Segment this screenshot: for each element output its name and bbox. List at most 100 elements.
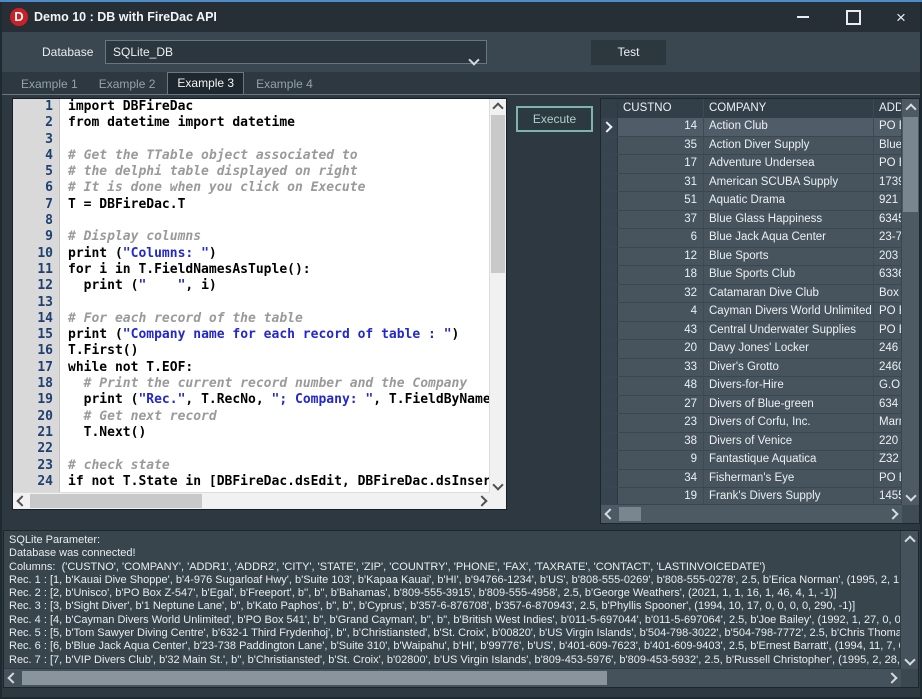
execute-button[interactable]: Execute bbox=[516, 106, 593, 132]
table-row[interactable]: 37Blue Glass Happiness6345 bbox=[601, 211, 902, 230]
scroll-left-icon[interactable] bbox=[4, 669, 20, 687]
table-row[interactable]: 38Divers of Venice220 E bbox=[601, 433, 902, 452]
table-row[interactable]: 4Cayman Divers World UnlimitedPO B bbox=[601, 303, 902, 322]
scroll-left-icon[interactable] bbox=[13, 493, 28, 509]
table-row[interactable]: 31American SCUBA Supply1739 bbox=[601, 174, 902, 193]
cell-custno: 33 bbox=[618, 359, 704, 377]
table-row[interactable]: 43Central Underwater SuppliesPO B bbox=[601, 322, 902, 341]
code-line[interactable]: 18 # Print the current record number and… bbox=[13, 376, 490, 392]
code-text: if not T.State in [DBFireDac.dsEdit, DBF… bbox=[59, 474, 490, 490]
grid-horizontal-scrollbar[interactable] bbox=[601, 504, 902, 523]
tab-example-2[interactable]: Example 2 bbox=[90, 74, 165, 94]
grid-vertical-scrollbar[interactable] bbox=[901, 99, 919, 505]
minimize-button[interactable] bbox=[786, 2, 820, 32]
maximize-button[interactable] bbox=[836, 2, 870, 32]
cell-custno: 14 bbox=[618, 118, 704, 136]
code-lines[interactable]: 1import DBFireDac2from datetime import d… bbox=[13, 99, 490, 493]
table-row[interactable]: 19Frank's Divers Supply1455 bbox=[601, 488, 902, 505]
scroll-up-icon[interactable] bbox=[490, 99, 506, 114]
grid-column-header[interactable]: CUSTNO bbox=[618, 99, 704, 118]
code-line[interactable]: 14# For each record of the table bbox=[13, 311, 490, 327]
grid-vscroll-thumb[interactable] bbox=[903, 117, 918, 212]
code-line[interactable]: 2from datetime import datetime bbox=[13, 115, 490, 131]
line-number: 21 bbox=[13, 425, 59, 441]
table-row[interactable]: 17Adventure UnderseaPO B bbox=[601, 155, 902, 174]
scroll-right-icon[interactable] bbox=[886, 505, 902, 523]
code-line[interactable]: 24if not T.State in [DBFireDac.dsEdit, D… bbox=[13, 474, 490, 490]
editor-vertical-scrollbar[interactable] bbox=[489, 99, 506, 493]
editor-hscroll-thumb[interactable] bbox=[30, 494, 202, 508]
line-number: 15 bbox=[13, 327, 59, 343]
scroll-up-icon[interactable] bbox=[901, 531, 918, 547]
minimize-icon bbox=[797, 16, 809, 18]
table-row[interactable]: 14Action ClubPO B bbox=[601, 118, 902, 137]
grid-column-header[interactable]: ADD bbox=[874, 99, 902, 118]
table-row[interactable]: 34Fisherman's EyePO B bbox=[601, 470, 902, 489]
code-line[interactable]: 6# It is done when you click on Execute bbox=[13, 180, 490, 196]
table-row[interactable]: 6Blue Jack Aqua Center23-73 bbox=[601, 229, 902, 248]
code-line[interactable]: 7T = DBFireDac.T bbox=[13, 197, 490, 213]
table-row[interactable]: 23Divers of Corfu, Inc.Marm bbox=[601, 414, 902, 433]
log-hscroll-thumb[interactable] bbox=[22, 671, 607, 685]
code-line[interactable]: 16T.First() bbox=[13, 343, 490, 359]
table-row[interactable]: 48Divers-for-HireG.O. bbox=[601, 377, 902, 396]
scroll-left-icon[interactable] bbox=[601, 505, 617, 523]
grid-hscroll-thumb[interactable] bbox=[619, 507, 641, 521]
row-indicator bbox=[601, 396, 618, 414]
code-editor[interactable]: 1import DBFireDac2from datetime import d… bbox=[12, 98, 507, 510]
code-line[interactable]: 23# check state bbox=[13, 458, 490, 474]
code-line[interactable]: 10print ("Columns: ") bbox=[13, 246, 490, 262]
scroll-up-icon[interactable] bbox=[902, 99, 919, 115]
database-dropdown[interactable]: SQLite_DB bbox=[105, 40, 487, 64]
code-line[interactable]: 5# the delphi table displayed on right bbox=[13, 164, 490, 180]
code-line[interactable]: 8 bbox=[13, 213, 490, 229]
editor-vscroll-thumb[interactable] bbox=[491, 115, 505, 273]
scroll-down-icon[interactable] bbox=[901, 653, 918, 669]
table-row[interactable]: 33Diver's Grotto2460 bbox=[601, 359, 902, 378]
code-line[interactable]: 15print ("Company name for each record o… bbox=[13, 327, 490, 343]
cell-custno: 31 bbox=[618, 174, 704, 192]
code-line[interactable]: 11for i in T.FieldNamesAsTuple(): bbox=[13, 262, 490, 278]
table-row[interactable]: 20Davy Jones' Locker246 S bbox=[601, 340, 902, 359]
close-button[interactable]: × bbox=[884, 2, 918, 32]
row-indicator bbox=[601, 155, 618, 173]
table-row[interactable]: 18Blue Sports Club6336 bbox=[601, 266, 902, 285]
grid-header: CUSTNOCOMPANYADD bbox=[601, 99, 902, 119]
log-vertical-scrollbar[interactable] bbox=[900, 531, 918, 669]
toolbar: Database SQLite_DB Test bbox=[0, 32, 922, 72]
scroll-down-icon[interactable] bbox=[490, 478, 506, 493]
code-line[interactable]: 20 # Get next record bbox=[13, 409, 490, 425]
title-bar[interactable]: D Demo 10 : DB with FireDac API × bbox=[0, 2, 922, 32]
code-line[interactable]: 19 print ("Rec.", T.RecNo, "; Company: "… bbox=[13, 392, 490, 408]
code-line[interactable]: 12 print (" ", i) bbox=[13, 278, 490, 294]
cell-addr: PO B bbox=[874, 303, 902, 321]
table-row[interactable]: 27Divers of Blue-green634 C bbox=[601, 396, 902, 415]
tab-example-1[interactable]: Example 1 bbox=[12, 74, 87, 94]
code-line[interactable]: 13 bbox=[13, 295, 490, 311]
editor-horizontal-scrollbar[interactable] bbox=[13, 492, 490, 509]
cell-addr: PO B bbox=[874, 470, 902, 488]
code-line[interactable]: 21 T.Next() bbox=[13, 425, 490, 441]
code-line[interactable]: 4# Get the TTable object associated to bbox=[13, 148, 490, 164]
tab-example-4[interactable]: Example 4 bbox=[247, 74, 322, 94]
code-line[interactable]: 17while not T.EOF: bbox=[13, 360, 490, 376]
log-horizontal-scrollbar[interactable] bbox=[4, 668, 901, 687]
scroll-right-icon[interactable] bbox=[475, 493, 490, 509]
code-line[interactable]: 9# Display columns bbox=[13, 229, 490, 245]
table-row[interactable]: 51Aquatic Drama921 E bbox=[601, 192, 902, 211]
code-line[interactable]: 3 bbox=[13, 132, 490, 148]
table-row[interactable]: 32Catamaran Dive ClubBox 2 bbox=[601, 285, 902, 304]
tab-example-3[interactable]: Example 3 bbox=[167, 72, 244, 94]
scroll-right-icon[interactable] bbox=[885, 669, 901, 687]
test-button[interactable]: Test bbox=[591, 40, 666, 65]
grid-column-header[interactable]: COMPANY bbox=[704, 99, 874, 118]
cell-company: American SCUBA Supply bbox=[704, 174, 874, 192]
scroll-down-icon[interactable] bbox=[902, 489, 919, 505]
log-line: Rec. 1 : [1, b'Kauai Dive Shoppe', b'4-9… bbox=[9, 574, 900, 587]
code-line[interactable]: 22 bbox=[13, 441, 490, 457]
table-row[interactable]: 9Fantastique AquaticaZ32 9 bbox=[601, 451, 902, 470]
table-row[interactable]: 12Blue Sports203 1 bbox=[601, 248, 902, 267]
table-row[interactable]: 35Action Diver SupplyBlue bbox=[601, 137, 902, 156]
cell-custno: 23 bbox=[618, 414, 704, 432]
code-line[interactable]: 1import DBFireDac bbox=[13, 99, 490, 115]
